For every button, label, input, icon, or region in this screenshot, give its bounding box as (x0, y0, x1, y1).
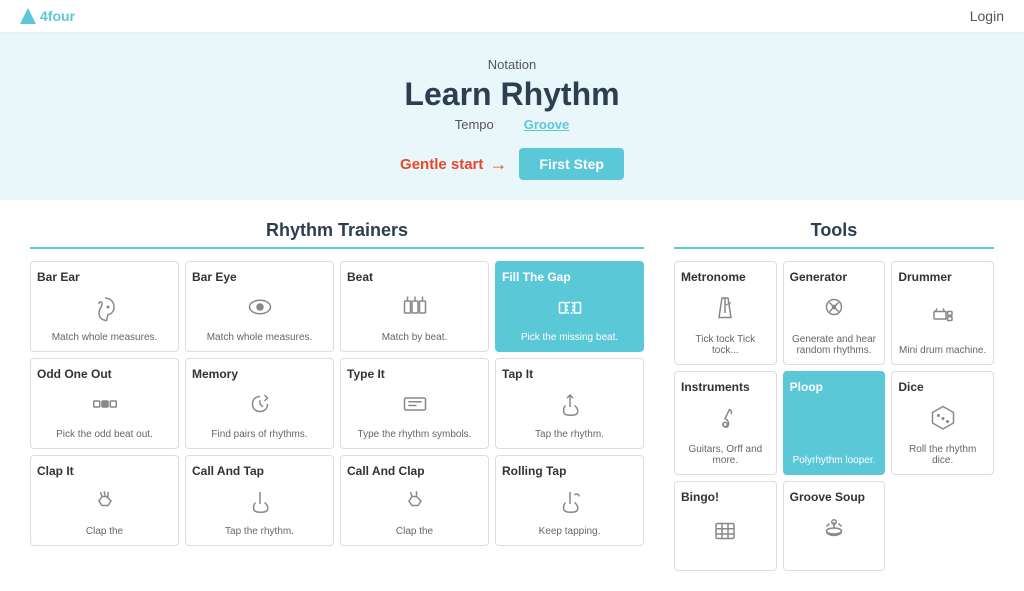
logo-text: 4four (40, 8, 75, 24)
trainer-title-fill-the-gap: Fill The Gap (502, 270, 637, 284)
main-content: Rhythm Trainers Bar Ear Match whole meas… (0, 200, 1024, 591)
trainer-desc-tap-it: Tap the rhythm. (535, 429, 604, 440)
trainer-desc-clap-it: Clap the (86, 526, 123, 537)
trainer-card-tap-it[interactable]: Tap It Tap the rhythm. (495, 358, 644, 449)
tool-desc-metronome: Tick tock Tick tock... (681, 334, 770, 356)
tool-title-drummer: Drummer (898, 270, 987, 284)
trainer-title-clap-it: Clap It (37, 464, 172, 478)
tool-icon-dice (928, 402, 958, 438)
trainer-icon-bar-ear (90, 292, 120, 326)
tool-desc-generator: Generate and hear random rhythms. (790, 334, 879, 356)
trainer-desc-type-it: Type the rhythm symbols. (358, 429, 472, 440)
tool-card-dice[interactable]: Dice Roll the rhythm dice. (891, 371, 994, 475)
trainer-icon-call-and-tap (245, 486, 275, 520)
trainer-card-bar-eye[interactable]: Bar Eye Match whole measures. (185, 261, 334, 352)
tool-title-dice: Dice (898, 380, 987, 394)
rhythm-trainers-title: Rhythm Trainers (30, 220, 644, 249)
tools-grid: Metronome Tick tock Tick tock... Generat… (674, 261, 994, 571)
tool-card-groove-soup[interactable]: Groove Soup (783, 481, 886, 571)
header: 4four Login (0, 0, 1024, 33)
first-step-button[interactable]: First Step (519, 148, 624, 180)
trainer-card-rolling-tap[interactable]: Rolling Tap Keep tapping. (495, 455, 644, 546)
trainer-icon-bar-eye (245, 292, 275, 326)
trainer-icon-odd-one-out (90, 389, 120, 423)
tool-icon-ploop (819, 408, 849, 444)
trainer-icon-clap-it (90, 486, 120, 520)
trainer-title-bar-eye: Bar Eye (192, 270, 327, 284)
tool-card-generator[interactable]: Generator Generate and hear random rhyth… (783, 261, 886, 365)
trainer-desc-memory: Find pairs of rhythms. (211, 429, 307, 440)
gentle-start-text: Gentle start → (400, 154, 507, 175)
tool-title-ploop: Ploop (790, 380, 879, 394)
tool-card-drummer[interactable]: Drummer Mini drum machine. (891, 261, 994, 365)
trainer-title-memory: Memory (192, 367, 327, 381)
tools-title: Tools (674, 220, 994, 249)
trainer-desc-fill-the-gap: Pick the missing beat. (521, 332, 618, 343)
trainer-desc-call-and-clap: Clap the (396, 526, 433, 537)
trainer-icon-memory (245, 389, 275, 423)
trainer-card-beat[interactable]: Beat Match by beat. (340, 261, 489, 352)
hero-section: Notation Learn Rhythm Tempo Groove Gentl… (0, 33, 1024, 200)
trainer-icon-tap-it (555, 389, 585, 423)
tool-icon-instruments (710, 402, 740, 438)
trainer-title-type-it: Type It (347, 367, 482, 381)
trainer-title-tap-it: Tap It (502, 367, 637, 381)
trainer-desc-odd-one-out: Pick the odd beat out. (56, 429, 153, 440)
trainer-icon-beat (400, 292, 430, 326)
trainer-title-odd-one-out: Odd One Out (37, 367, 172, 381)
trainer-card-fill-the-gap[interactable]: Fill The Gap Pick the missing beat. (495, 261, 644, 352)
tool-icon-drummer (928, 298, 958, 334)
tool-card-instruments[interactable]: Instruments Guitars, Orff and more. (674, 371, 777, 475)
tool-desc-drummer: Mini drum machine. (899, 345, 986, 356)
hero-title: Learn Rhythm (20, 76, 1004, 113)
logo[interactable]: 4four (20, 8, 75, 24)
trainer-title-call-and-clap: Call And Clap (347, 464, 482, 478)
tools-section: Tools Metronome Tick tock Tick tock... G… (674, 220, 994, 571)
tool-card-bingo[interactable]: Bingo! (674, 481, 777, 571)
logo-icon (20, 8, 36, 24)
trainer-desc-beat: Match by beat. (382, 332, 448, 343)
trainer-title-call-and-tap: Call And Tap (192, 464, 327, 478)
trainer-icon-call-and-clap (400, 486, 430, 520)
tool-desc-ploop: Polyrhythm looper. (793, 455, 876, 466)
trainer-title-beat: Beat (347, 270, 482, 284)
tool-title-bingo: Bingo! (681, 490, 770, 504)
tool-icon-generator (819, 292, 849, 328)
arrow-icon: → (489, 154, 507, 175)
tempo-label: Tempo (455, 117, 494, 132)
trainer-card-clap-it[interactable]: Clap It Clap the (30, 455, 179, 546)
tool-card-metronome[interactable]: Metronome Tick tock Tick tock... (674, 261, 777, 365)
trainer-title-rolling-tap: Rolling Tap (502, 464, 637, 478)
trainer-card-bar-ear[interactable]: Bar Ear Match whole measures. (30, 261, 179, 352)
groove-label[interactable]: Groove (524, 117, 570, 132)
tool-title-metronome: Metronome (681, 270, 770, 284)
trainer-desc-bar-ear: Match whole measures. (52, 332, 158, 343)
trainer-title-bar-ear: Bar Ear (37, 270, 172, 284)
tool-desc-instruments: Guitars, Orff and more. (681, 444, 770, 466)
trainer-card-type-it[interactable]: Type It Type the rhythm symbols. (340, 358, 489, 449)
rhythm-trainers-section: Rhythm Trainers Bar Ear Match whole meas… (30, 220, 644, 571)
tool-title-generator: Generator (790, 270, 879, 284)
trainer-desc-bar-eye: Match whole measures. (207, 332, 313, 343)
trainer-card-memory[interactable]: Memory Find pairs of rhythms. (185, 358, 334, 449)
tool-icon-metronome (710, 292, 740, 328)
tool-title-groove-soup: Groove Soup (790, 490, 879, 504)
trainer-card-call-and-clap[interactable]: Call And Clap Clap the (340, 455, 489, 546)
trainer-card-odd-one-out[interactable]: Odd One Out Pick the odd beat out. (30, 358, 179, 449)
tool-desc-dice: Roll the rhythm dice. (898, 444, 987, 466)
tool-icon-bingo (710, 516, 740, 552)
notation-label: Notation (20, 57, 1004, 72)
trainer-icon-type-it (400, 389, 430, 423)
tool-icon-groove-soup (819, 516, 849, 552)
trainers-grid: Bar Ear Match whole measures. Bar Eye Ma… (30, 261, 644, 546)
tool-title-instruments: Instruments (681, 380, 770, 394)
tool-card-ploop[interactable]: Ploop Polyrhythm looper. (783, 371, 886, 475)
trainer-icon-rolling-tap (555, 486, 585, 520)
trainer-desc-call-and-tap: Tap the rhythm. (225, 526, 294, 537)
trainer-desc-rolling-tap: Keep tapping. (539, 526, 601, 537)
trainer-icon-fill-the-gap (555, 292, 585, 326)
trainer-card-call-and-tap[interactable]: Call And Tap Tap the rhythm. (185, 455, 334, 546)
login-button[interactable]: Login (970, 8, 1004, 24)
